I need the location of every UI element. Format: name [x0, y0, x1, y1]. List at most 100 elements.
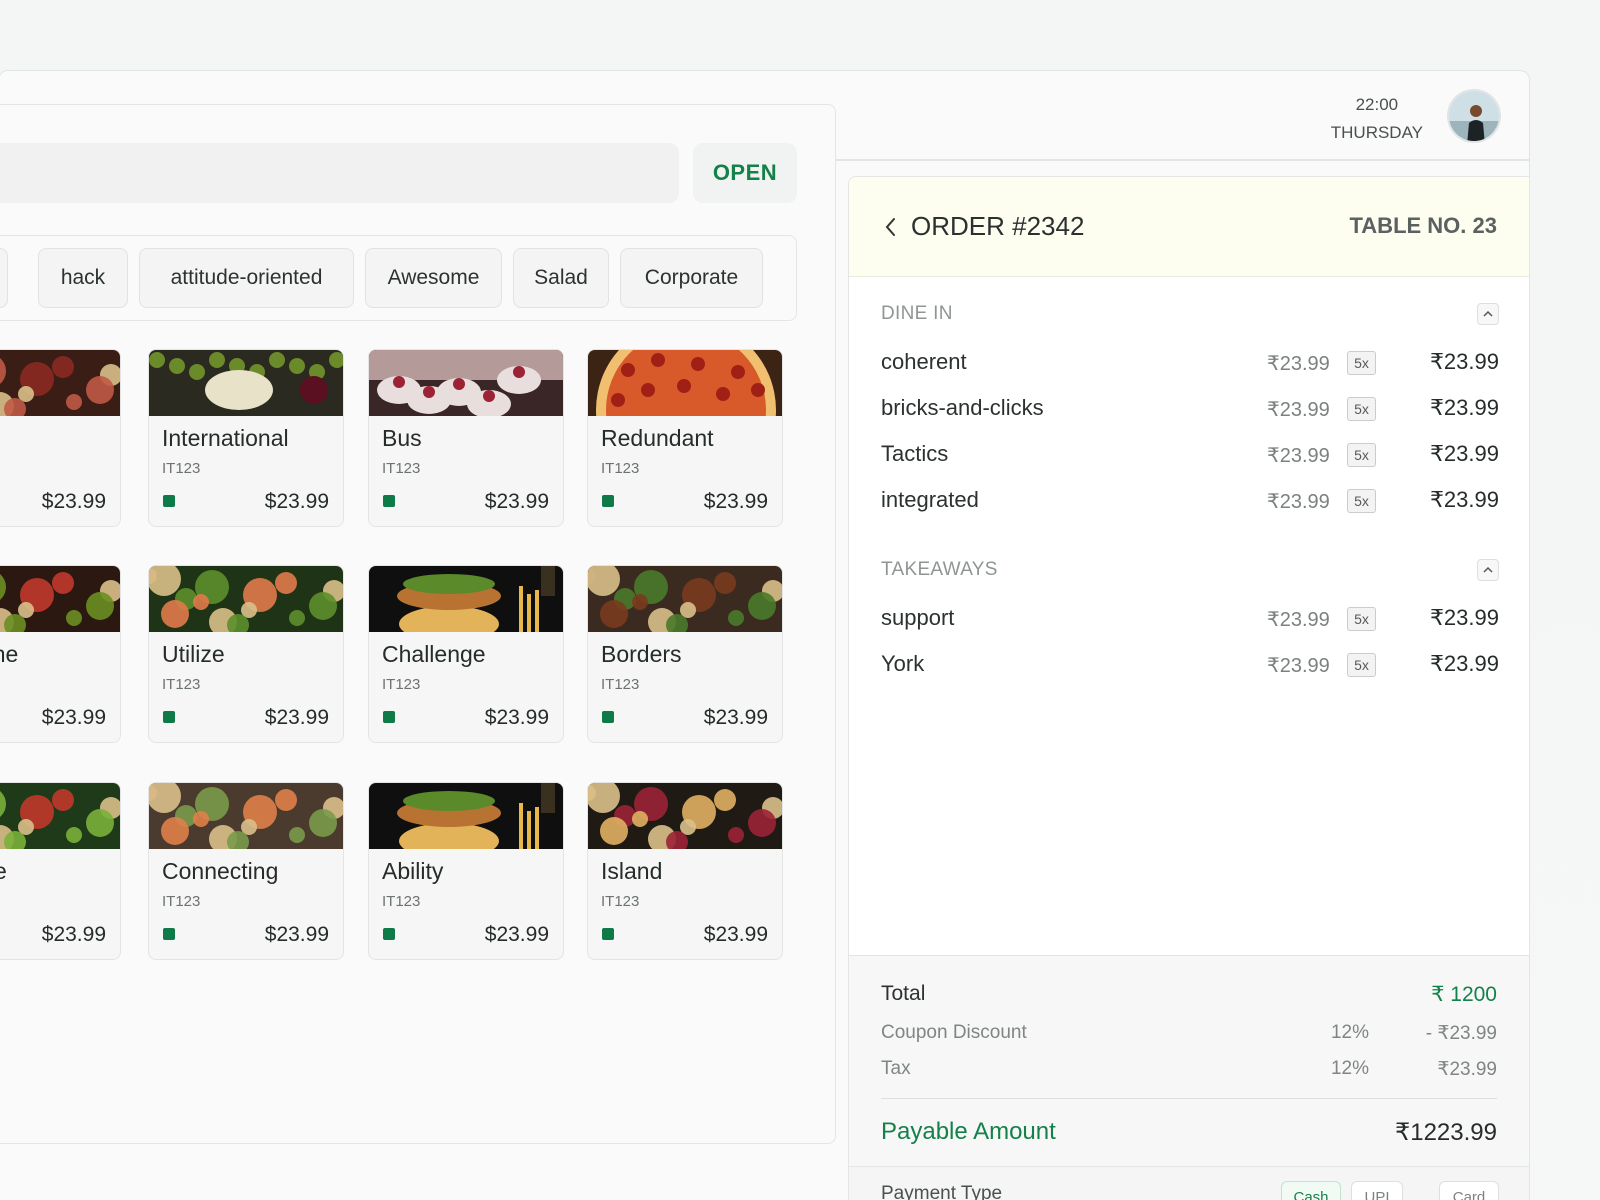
order-line-item[interactable]: integrated ₹23.99 5x ₹23.99: [881, 485, 1499, 519]
veg-indicator-icon: [602, 711, 614, 723]
order-item-name: Tactics: [881, 441, 949, 466]
total-value: ₹ 1200: [1431, 983, 1497, 1006]
order-panel: ORDER #2342 TABLE NO. 23 DINE IN coheren…: [848, 176, 1530, 1200]
food-image: [588, 783, 782, 853]
veg-indicator-icon: [383, 495, 395, 507]
payment-type-label: Payment Type: [881, 1183, 1003, 1200]
menu-item-card[interactable]: Connecting IT123 $23.99: [148, 782, 344, 960]
order-item-name: bricks-and-clicks: [881, 395, 1044, 420]
order-line-item[interactable]: York ₹23.99 5x ₹23.99: [881, 649, 1499, 683]
menu-item-price: $23.99: [703, 490, 768, 513]
menu-item-card[interactable]: d-Alone $23.99: [0, 565, 121, 743]
menu-item-card[interactable]: Bus IT123 $23.99: [368, 349, 564, 527]
order-item-total: ₹23.99: [1429, 349, 1499, 374]
veg-indicator-icon: [383, 928, 395, 940]
menu-item-name: motive: [0, 858, 7, 885]
order-item-quantity[interactable]: 5x: [1347, 607, 1376, 631]
payment-card-button[interactable]: Card: [1439, 1181, 1499, 1200]
order-item-quantity[interactable]: 5x: [1347, 489, 1376, 513]
menu-item-name: Connecting: [162, 858, 279, 884]
category-chip[interactable]: Corporate: [620, 248, 763, 308]
collapse-takeaways-button[interactable]: [1477, 559, 1499, 581]
category-chip[interactable]: Salad: [513, 248, 609, 308]
menu-item-code: IT123: [162, 460, 201, 477]
order-summary: Total ₹ 1200 Coupon Discount 12% - ₹23.9…: [849, 955, 1529, 1200]
food-image: [369, 566, 563, 642]
menu-item-code: IT123: [382, 460, 421, 477]
veg-indicator-icon: [602, 928, 614, 940]
summary-divider: [881, 1098, 1497, 1099]
order-item-total: ₹23.99: [1429, 441, 1499, 466]
category-chip[interactable]: e: [0, 248, 8, 308]
menu-item-name: Challenge: [382, 641, 486, 667]
order-item-name: coherent: [881, 349, 967, 374]
clock-day: Thursday: [1330, 123, 1423, 142]
menu-item-code: IT123: [601, 460, 640, 477]
menu-item-price: $23.99: [484, 490, 549, 513]
order-item-unit-price: ₹23.99: [1267, 491, 1330, 513]
food-image: [149, 783, 343, 853]
total-label: Total: [881, 982, 926, 1005]
menu-item-card[interactable]: Borders IT123 $23.99: [587, 565, 783, 743]
menu-item-card[interactable]: Island IT123 $23.99: [587, 782, 783, 960]
menu-item-price: $23.99: [703, 706, 768, 729]
food-image: [0, 566, 120, 636]
order-item-unit-price: ₹23.99: [1267, 655, 1330, 677]
menu-item-code: IT123: [601, 893, 640, 910]
menu-item-card[interactable]: Challenge IT123 $23.99: [368, 565, 564, 743]
veg-indicator-icon: [163, 495, 175, 507]
coupon-value: - ₹23.99: [1425, 1023, 1497, 1044]
order-item-name: support: [881, 605, 955, 630]
menu-item-price: $23.99: [264, 706, 329, 729]
dine-in-heading: DINE IN: [881, 303, 953, 324]
order-line-item[interactable]: bricks-and-clicks ₹23.99 5x ₹23.99: [881, 393, 1499, 427]
menu-item-name: Bus: [382, 425, 422, 451]
menu-item-code: IT123: [162, 676, 201, 693]
tax-label: Tax: [881, 1058, 911, 1079]
menu-item-card[interactable]: International IT123 $23.99: [148, 349, 344, 527]
order-item-total: ₹23.99: [1429, 605, 1499, 630]
order-line-item[interactable]: Tactics ₹23.99 5x ₹23.99: [881, 439, 1499, 473]
veg-indicator-icon: [163, 928, 175, 940]
order-line-item[interactable]: coherent ₹23.99 5x ₹23.99: [881, 347, 1499, 381]
order-line-item[interactable]: support ₹23.99 5x ₹23.99: [881, 603, 1499, 637]
food-image: [149, 566, 343, 636]
category-chip[interactable]: hack: [38, 248, 128, 308]
order-item-quantity[interactable]: 5x: [1347, 351, 1376, 375]
table-number: TABLE NO. 23: [1349, 213, 1497, 238]
order-item-total: ₹23.99: [1429, 395, 1499, 420]
food-image: [588, 350, 782, 500]
order-item-total: ₹23.99: [1429, 487, 1499, 512]
payment-upi-button[interactable]: UPI: [1351, 1181, 1403, 1200]
order-item-quantity[interactable]: 5x: [1347, 397, 1376, 421]
menu-item-price: $23.99: [264, 923, 329, 946]
search-input[interactable]: [0, 143, 679, 203]
back-chevron-icon[interactable]: [879, 213, 903, 241]
menu-item-price: $23.99: [484, 706, 549, 729]
food-image: [369, 783, 563, 859]
order-item-unit-price: ₹23.99: [1267, 609, 1330, 631]
menu-item-name: Utilize: [162, 641, 225, 667]
coupon-percent: 12%: [1330, 1022, 1369, 1043]
coupon-label: Coupon Discount: [881, 1022, 1027, 1043]
menu-item-card[interactable]: motive $23.99: [0, 782, 121, 960]
menu-item-card[interactable]: Utilize IT123 $23.99: [148, 565, 344, 743]
category-chip[interactable]: attitude-oriented: [139, 248, 354, 308]
menu-item-card[interactable]: $23.99: [0, 349, 121, 527]
menu-item-name: International: [162, 425, 289, 451]
avatar[interactable]: [1447, 89, 1501, 143]
menu-item-card[interactable]: Ability IT123 $23.99: [368, 782, 564, 960]
open-button[interactable]: OPEN: [693, 143, 797, 203]
order-item-quantity[interactable]: 5x: [1347, 443, 1376, 467]
menu-item-card[interactable]: Redundant IT123 $23.99: [587, 349, 783, 527]
payment-cash-button[interactable]: Cash: [1281, 1181, 1341, 1200]
menu-item-name: Redundant: [601, 425, 714, 451]
payable-label: Payable Amount: [881, 1118, 1056, 1145]
order-item-quantity[interactable]: 5x: [1347, 653, 1376, 677]
menu-item-name: d-Alone: [0, 641, 19, 667]
menu-panel: OPEN e hack attitude-oriented Awesome Sa…: [0, 104, 836, 1144]
menu-item-price: $23.99: [41, 490, 106, 513]
category-chip[interactable]: Awesome: [365, 248, 502, 308]
collapse-dine-in-button[interactable]: [1477, 303, 1499, 325]
menu-item-name: Ability: [382, 858, 444, 884]
